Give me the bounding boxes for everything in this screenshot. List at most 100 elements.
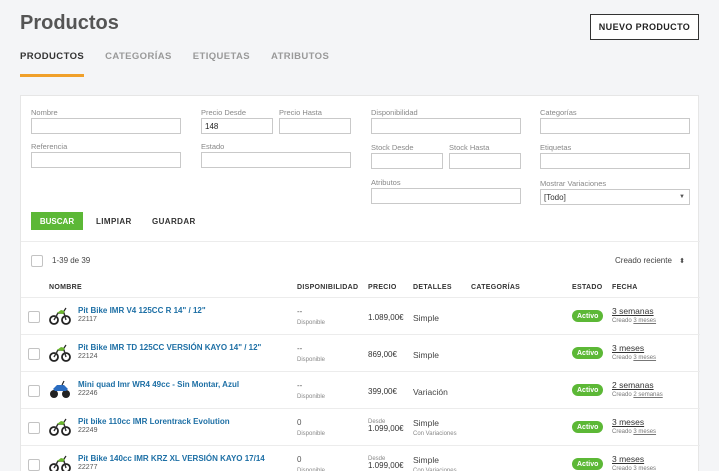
date-link[interactable]: 3 meses — [612, 417, 644, 427]
created-prefix: Creado — [612, 429, 632, 435]
search-button[interactable]: BUSCAR — [31, 212, 83, 230]
quad-thumbnail-icon — [49, 378, 71, 400]
row-checkbox[interactable] — [28, 459, 40, 471]
disponibilidad-label: Disponibilidad — [371, 108, 418, 117]
detail-value: Simple — [413, 350, 439, 360]
created-date: Creado 3 meses — [612, 429, 656, 435]
created-value[interactable]: 2 semanas — [633, 392, 662, 398]
stock-desde-input[interactable] — [371, 153, 443, 169]
referencia-label: Referencia — [31, 142, 68, 151]
product-name-link[interactable]: Pit Bike 140cc IMR KRZ XL VERSIÓN KAYO 1… — [78, 454, 265, 463]
column-detalles[interactable]: DETALLES — [413, 284, 452, 291]
categorias-input[interactable] — [540, 118, 690, 134]
status-badge[interactable]: Activo — [572, 310, 604, 322]
price-value: 399,00€ — [368, 387, 397, 396]
tab-atributos[interactable]: ATRIBUTOS — [271, 51, 329, 77]
row-checkbox[interactable] — [28, 311, 40, 323]
tabs: PRODUCTOS CATEGORÍAS ETIQUETAS ATRIBUTOS — [20, 51, 350, 77]
referencia-input[interactable] — [31, 152, 181, 168]
estado-input[interactable] — [201, 152, 351, 168]
status-badge[interactable]: Activo — [572, 458, 604, 470]
created-date: Creado 3 meses — [612, 318, 656, 324]
price-value: 1.089,00€ — [368, 313, 404, 322]
created-date: Creado 3 meses — [612, 355, 656, 361]
chevron-down-icon: ▼ — [679, 194, 685, 200]
etiquetas-input[interactable] — [540, 153, 690, 169]
pit-bike-thumbnail-icon — [49, 304, 71, 326]
availability-value: 0 — [297, 455, 302, 464]
row-checkbox[interactable] — [28, 385, 40, 397]
detail-value: Simple — [413, 455, 439, 465]
detail-value: Simple — [413, 418, 439, 428]
column-fecha[interactable]: FECHA — [612, 284, 638, 291]
products-panel: Nombre Precio Desde Precio Hasta Disponi… — [20, 95, 700, 471]
product-reference: 22117 — [78, 316, 97, 323]
date-link[interactable]: 3 semanas — [612, 306, 654, 316]
precio-desde-input[interactable] — [201, 118, 273, 134]
availability-sub: Disponible — [297, 394, 326, 400]
pit-bike-thumbnail-icon — [49, 341, 71, 363]
column-precio[interactable]: PRECIO — [368, 284, 397, 291]
tab-categorias[interactable]: CATEGORÍAS — [105, 51, 172, 77]
nombre-input[interactable] — [31, 118, 181, 134]
stock-hasta-input[interactable] — [449, 153, 521, 169]
availability-value: -- — [297, 344, 303, 353]
etiquetas-label: Etiquetas — [540, 143, 572, 152]
sort-value: Creado reciente — [615, 256, 672, 265]
table-row[interactable]: Pit Bike IMR V4 125CC R 14" / 12" 22117 --… — [21, 298, 700, 335]
availability-sub: Disponible — [297, 320, 326, 326]
created-value[interactable]: 3 meses — [633, 429, 656, 435]
price-value: 869,00€ — [368, 350, 397, 359]
date-link[interactable]: 3 meses — [612, 343, 644, 353]
availability-sub: Disponible — [297, 431, 326, 437]
select-all-checkbox[interactable] — [31, 255, 43, 267]
atributos-input[interactable] — [371, 188, 521, 204]
mostrar-variaciones-label: Mostrar Variaciones — [540, 179, 607, 188]
column-estado[interactable]: ESTADO — [572, 284, 602, 291]
product-name-link[interactable]: Pit Bike IMR V4 125CC R 14" / 12" — [78, 306, 206, 315]
product-reference: 22246 — [78, 390, 98, 397]
precio-hasta-label: Precio Hasta — [279, 108, 322, 117]
pit-bike-thumbnail-icon — [49, 452, 71, 471]
precio-hasta-input[interactable] — [279, 118, 351, 134]
price-value: 1.099,00€ — [368, 424, 404, 433]
column-disponibilidad[interactable]: DISPONIBILIDAD — [297, 284, 358, 291]
table-row[interactable]: Pit Bike IMR TD 125CC VERSIÓN KAYO 14" /… — [21, 335, 700, 372]
clear-button[interactable]: LIMPIAR — [96, 217, 132, 226]
row-checkbox[interactable] — [28, 348, 40, 360]
save-button[interactable]: GUARDAR — [152, 217, 196, 226]
result-count: 1-39 de 39 — [52, 256, 91, 265]
product-name-link[interactable]: Pit bike 110cc IMR Lorentrack Evolution — [78, 417, 230, 426]
column-categorias[interactable]: CATEGORÍAS — [471, 284, 520, 291]
detail-sub: Con Variaciones — [413, 431, 457, 437]
sort-select[interactable]: Creado reciente ⬍ — [615, 256, 685, 265]
stock-hasta-label: Stock Hasta — [449, 143, 490, 152]
table-row[interactable]: Pit bike 110cc IMR Lorentrack Evolution 2… — [21, 409, 700, 446]
disponibilidad-input[interactable] — [371, 118, 521, 134]
new-product-button[interactable]: NUEVO PRODUCTO — [590, 14, 699, 40]
column-nombre[interactable]: NOMBRE — [49, 284, 82, 291]
availability-value: -- — [297, 381, 303, 390]
row-checkbox[interactable] — [28, 422, 40, 434]
date-link[interactable]: 3 meses — [612, 454, 644, 464]
created-value[interactable]: 3 meses — [633, 318, 656, 324]
product-name-link[interactable]: Pit Bike IMR TD 125CC VERSIÓN KAYO 14" /… — [78, 343, 261, 352]
status-badge[interactable]: Activo — [572, 384, 604, 396]
detail-value: Variación — [413, 387, 448, 397]
atributos-label: Atributos — [371, 178, 401, 187]
product-reference: 22249 — [78, 427, 98, 434]
tab-etiquetas[interactable]: ETIQUETAS — [193, 51, 250, 77]
table-row[interactable]: Pit Bike 140cc IMR KRZ XL VERSIÓN KAYO 1… — [21, 446, 700, 471]
mostrar-variaciones-select[interactable]: [Todo] ▼ — [540, 189, 690, 205]
tab-productos[interactable]: PRODUCTOS — [20, 51, 85, 77]
precio-desde-label: Precio Desde — [201, 108, 247, 117]
detail-value: Simple — [413, 313, 439, 323]
status-badge[interactable]: Activo — [572, 421, 604, 433]
created-value[interactable]: 3 meses — [633, 355, 656, 361]
created-value[interactable]: 3 meses — [633, 466, 656, 471]
status-badge[interactable]: Activo — [572, 347, 604, 359]
date-link[interactable]: 2 semanas — [612, 380, 654, 390]
product-name-link[interactable]: Mini quad Imr WR4 49cc - Sin Montar, Azu… — [78, 380, 239, 389]
table-row[interactable]: Mini quad Imr WR4 49cc - Sin Montar, Azu… — [21, 372, 700, 409]
availability-sub: Disponible — [297, 357, 326, 363]
